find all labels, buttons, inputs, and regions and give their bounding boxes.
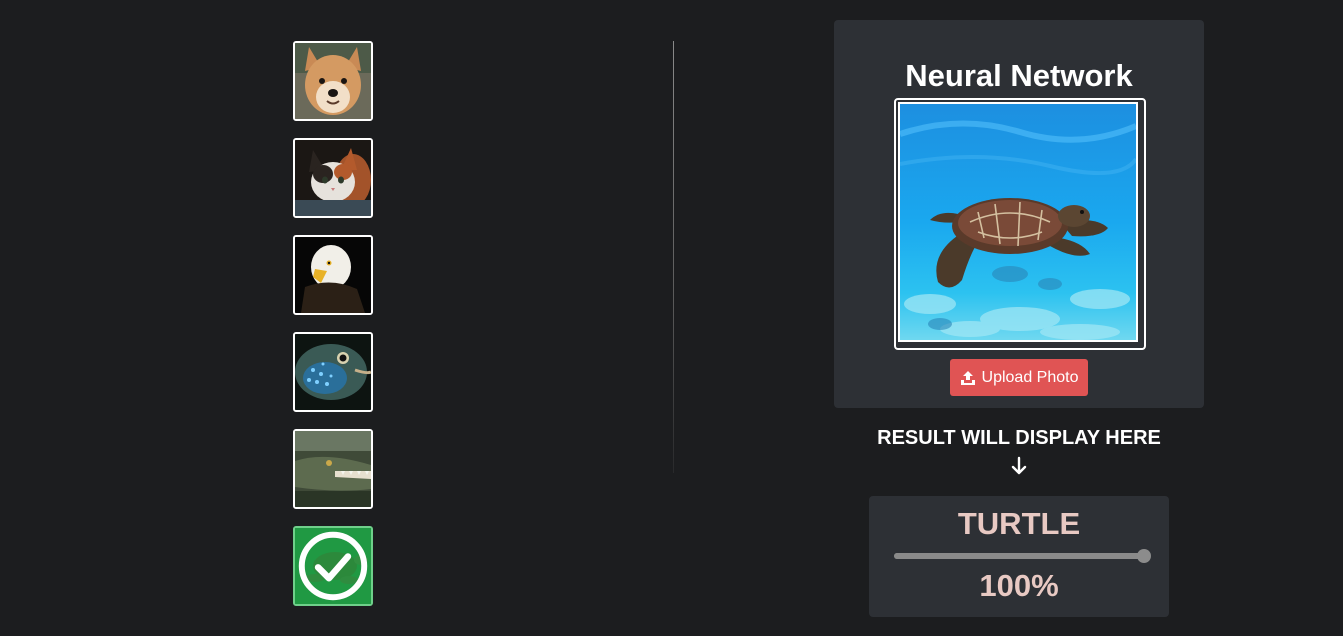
preview-frame xyxy=(894,98,1146,350)
result-label: TURTLE xyxy=(957,506,1081,541)
upload-photo-label: Upload Photo xyxy=(981,368,1079,386)
page: Neural Network Upload Photo RESULT WILL … xyxy=(0,0,1343,636)
dog-photo xyxy=(295,43,371,119)
result-heading: RESULT WILL DISPLAY HERE xyxy=(877,427,1161,449)
cat-photo xyxy=(295,140,371,216)
crocodile-photo xyxy=(295,431,371,507)
result-confidence: 100% xyxy=(979,568,1059,603)
upload-icon xyxy=(960,370,975,385)
sample-thumb-cat[interactable] xyxy=(293,138,373,218)
arrow-down-icon xyxy=(1011,456,1027,475)
sample-thumb-eagle[interactable] xyxy=(293,235,373,315)
neural-network-card: Neural Network Upload Photo xyxy=(834,20,1204,408)
eagle-photo xyxy=(295,237,371,313)
fish-photo xyxy=(295,334,371,410)
confidence-bar-fill xyxy=(894,553,1144,559)
upload-photo-button[interactable]: Upload Photo xyxy=(950,359,1088,396)
column-divider xyxy=(673,41,674,473)
result-card: TURTLE 100% xyxy=(869,496,1169,617)
panel-title: Neural Network xyxy=(905,58,1133,93)
confidence-bar xyxy=(894,549,1151,563)
sample-image-list xyxy=(293,41,373,623)
sea-turtle-photo xyxy=(900,104,1136,340)
sample-thumb-turtle[interactable] xyxy=(293,526,373,606)
confidence-bar-knob xyxy=(1137,549,1151,563)
sample-thumb-fish[interactable] xyxy=(293,332,373,412)
sample-thumb-crocodile[interactable] xyxy=(293,429,373,509)
sample-thumb-dog[interactable] xyxy=(293,41,373,121)
check-circle-icon xyxy=(298,531,368,601)
selected-overlay xyxy=(295,528,371,604)
preview-image xyxy=(898,102,1138,342)
